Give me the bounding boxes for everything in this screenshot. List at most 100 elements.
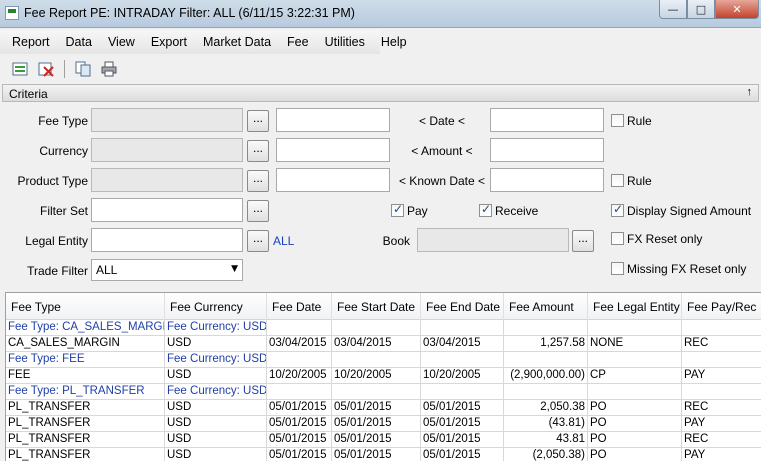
chevron-down-icon: ▼ xyxy=(231,264,238,274)
table-cell: Fee Type: FEE xyxy=(6,352,165,368)
table-cell: Fee Type: CA_SALES_MARGIN xyxy=(6,320,165,336)
table-cell: 05/01/2015 xyxy=(267,416,332,432)
table-group-row[interactable]: Fee Type: CA_SALES_MARGIN Fee Currency: U… xyxy=(6,320,761,336)
table-cell: REC xyxy=(682,400,761,416)
table-cell: 05/01/2015 xyxy=(332,416,421,432)
table-cell: 10/20/2005 xyxy=(421,368,504,384)
table-cell: 10/20/2005 xyxy=(267,368,332,384)
table-group-row[interactable]: Fee Type: PL_TRANSFER Fee Currency: USD xyxy=(6,384,761,400)
filter-set-picker-button[interactable]: ... xyxy=(247,200,269,222)
table-row[interactable]: CA_SALES_MARGIN USD 03/04/2015 03/04/2015 03… xyxy=(6,336,761,352)
menu-help[interactable]: Help xyxy=(373,35,415,49)
column-header-fee-currency[interactable]: Fee Currency xyxy=(165,293,267,320)
table-row[interactable]: PL_TRANSFER USD 05/01/2015 05/01/2015 05/01/… xyxy=(6,448,761,461)
table-cell: PO xyxy=(588,448,682,461)
load-report-button[interactable] xyxy=(10,59,30,79)
table-cell: CP xyxy=(588,368,682,384)
column-header-fee-date[interactable]: Fee Date xyxy=(267,293,332,320)
column-header-fee-legal-entity[interactable]: Fee Legal Entity xyxy=(588,293,682,320)
currency-field xyxy=(91,138,243,162)
clear-report-button[interactable] xyxy=(36,59,56,79)
table-cell: 05/01/2015 xyxy=(267,448,332,461)
menu-report[interactable]: Report xyxy=(4,35,58,49)
filter-set-label: Filter Set xyxy=(39,204,88,218)
menu-data[interactable]: Data xyxy=(58,35,100,49)
menu-utilities[interactable]: Utilities xyxy=(317,35,373,49)
table-cell: Fee Currency: USD xyxy=(165,320,267,336)
pay-checkbox[interactable] xyxy=(391,202,404,217)
known-date-to-field[interactable] xyxy=(490,168,604,192)
table-cell: REC xyxy=(682,336,761,352)
table-cell xyxy=(332,384,421,400)
table-cell: USD xyxy=(165,448,267,461)
table-row[interactable]: PL_TRANSFER USD 05/01/2015 05/01/2015 05/01/… xyxy=(6,400,761,416)
table-cell: 05/01/2015 xyxy=(332,448,421,461)
table-row[interactable]: FEE USD 10/20/2005 10/20/2005 10/20/2005 (2,9… xyxy=(6,368,761,384)
book-picker-button[interactable]: ... xyxy=(572,230,594,252)
table-cell: REC xyxy=(682,432,761,448)
pin-icon[interactable]: ↑ xyxy=(747,86,753,98)
table-row[interactable]: PL_TRANSFER USD 05/01/2015 05/01/2015 05/01/… xyxy=(6,432,761,448)
amount-from-field[interactable] xyxy=(276,138,390,162)
window-controls: — □ ✕ xyxy=(659,0,759,19)
column-header-fee-end-date[interactable]: Fee End Date xyxy=(421,293,504,320)
table-cell xyxy=(588,320,682,336)
rule-label-1: Rule xyxy=(627,114,652,128)
column-header-fee-amount[interactable]: Fee Amount xyxy=(504,293,588,320)
menu-export[interactable]: Export xyxy=(143,35,195,49)
date-from-field[interactable] xyxy=(276,108,390,132)
table-cell: PAY xyxy=(682,448,761,461)
menu-market-data[interactable]: Market Data xyxy=(195,35,279,49)
filter-set-field[interactable] xyxy=(91,198,243,222)
table-row[interactable]: PL_TRANSFER USD 05/01/2015 05/01/2015 05/01/… xyxy=(6,416,761,432)
trade-filter-select[interactable]: ALL ▼ xyxy=(91,259,243,281)
legal-entity-picker-button[interactable]: ... xyxy=(247,230,269,252)
legal-entity-label: Legal Entity xyxy=(25,234,88,248)
maximize-button[interactable]: □ xyxy=(687,0,715,19)
column-header-fee-type[interactable]: Fee Type xyxy=(6,293,165,320)
table-cell: 05/01/2015 xyxy=(421,416,504,432)
fx-reset-only-checkbox[interactable] xyxy=(611,232,624,245)
book-field xyxy=(417,228,569,252)
table-cell xyxy=(421,384,504,400)
table-cell: USD xyxy=(165,336,267,352)
rule-label-2: Rule xyxy=(627,174,652,188)
table-cell: 05/01/2015 xyxy=(267,400,332,416)
currency-picker-button[interactable]: ... xyxy=(247,140,269,162)
rule-checkbox-2[interactable] xyxy=(611,174,624,187)
fee-type-picker-button[interactable]: ... xyxy=(247,110,269,132)
table-cell xyxy=(504,352,588,368)
receive-checkbox[interactable] xyxy=(479,202,492,217)
table-cell xyxy=(588,384,682,400)
criteria-panel-header: Criteria ↑ xyxy=(2,84,759,102)
currency-label: Currency xyxy=(39,144,88,158)
table-cell xyxy=(682,320,761,336)
amount-to-field[interactable] xyxy=(490,138,604,162)
table-cell xyxy=(421,352,504,368)
copy-button[interactable] xyxy=(73,59,93,79)
table-group-row[interactable]: Fee Type: FEE Fee Currency: USD xyxy=(6,352,761,368)
display-signed-amount-checkbox[interactable] xyxy=(611,202,624,217)
known-date-from-field[interactable] xyxy=(276,168,390,192)
menu-view[interactable]: View xyxy=(100,35,143,49)
product-type-picker-button[interactable]: ... xyxy=(247,170,269,192)
table-cell: 1,257.58 xyxy=(504,336,588,352)
table-cell xyxy=(504,384,588,400)
criteria-title: Criteria xyxy=(9,87,48,101)
date-to-field[interactable] xyxy=(490,108,604,132)
column-header-fee-pay-rec[interactable]: Fee Pay/Rec xyxy=(682,293,761,320)
missing-fx-reset-only-checkbox[interactable] xyxy=(611,262,624,275)
table-cell: PO xyxy=(588,432,682,448)
legal-entity-all-link[interactable]: ALL xyxy=(273,234,294,248)
table-cell: 05/01/2015 xyxy=(332,400,421,416)
close-button[interactable]: ✕ xyxy=(715,0,759,19)
table-cell: USD xyxy=(165,432,267,448)
minimize-button[interactable]: — xyxy=(659,0,687,19)
menu-fee[interactable]: Fee xyxy=(279,35,317,49)
legal-entity-field[interactable] xyxy=(91,228,243,252)
table-cell: PO xyxy=(588,400,682,416)
rule-checkbox-1[interactable] xyxy=(611,114,624,127)
table-cell: Fee Type: PL_TRANSFER xyxy=(6,384,165,400)
print-button[interactable] xyxy=(99,59,119,79)
column-header-fee-start-date[interactable]: Fee Start Date xyxy=(332,293,421,320)
